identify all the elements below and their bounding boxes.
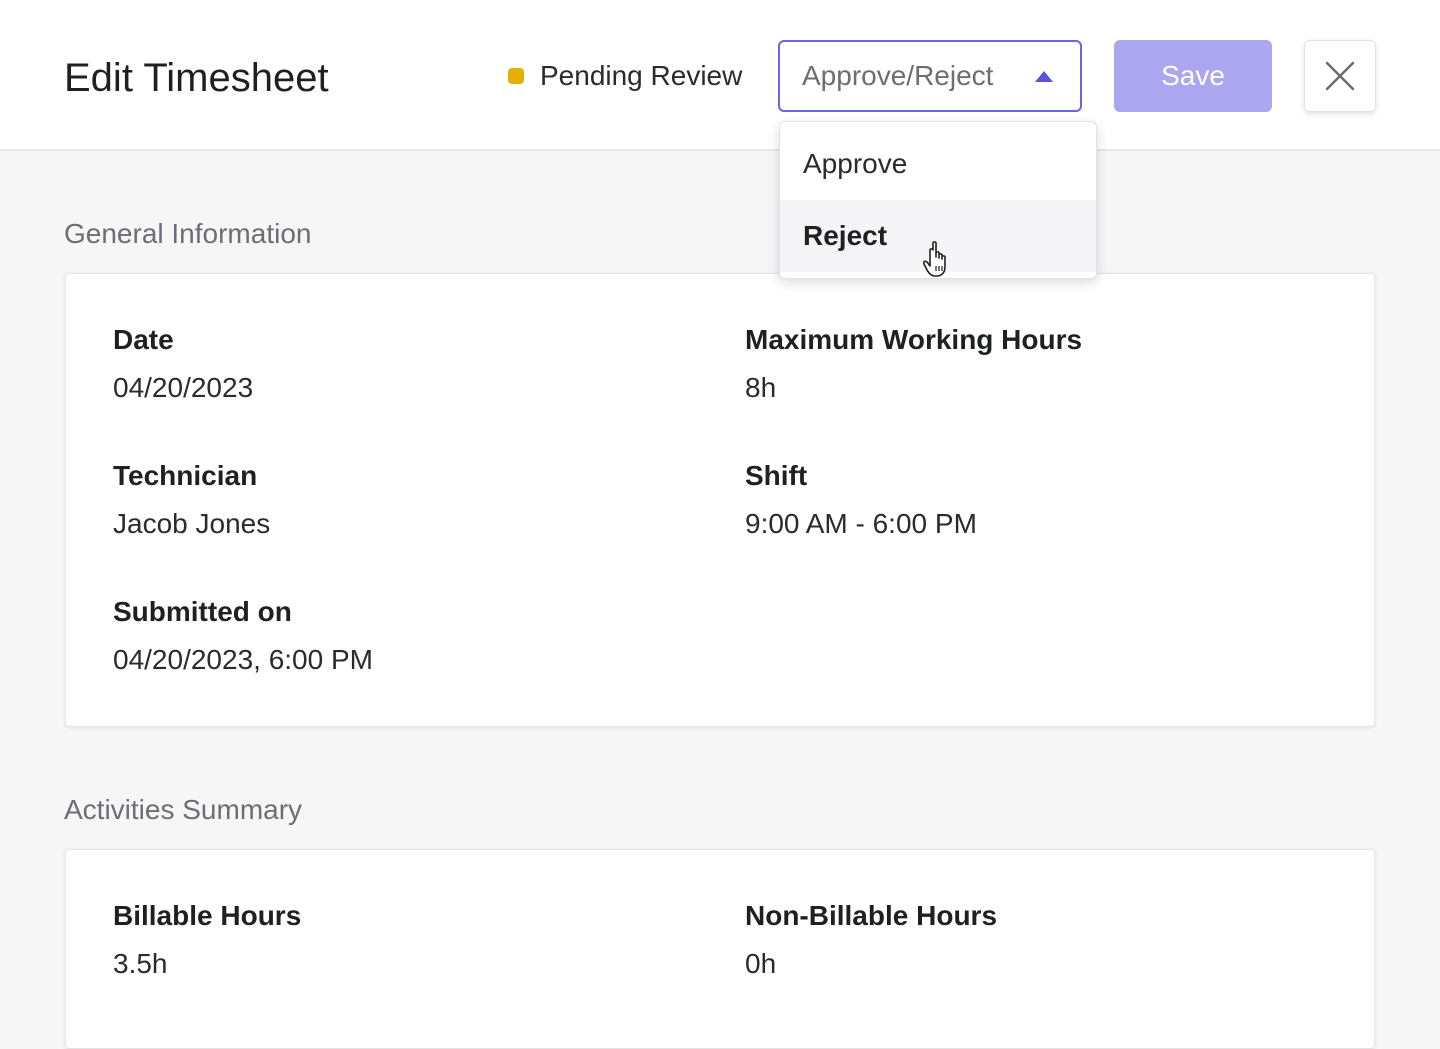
status-indicator: Pending Review [508,58,742,94]
field-label: Submitted on [113,596,292,627]
caret-up-icon [1035,71,1053,82]
general-information-card: Date 04/20/2023 Maximum Working Hours 8h… [65,273,1375,727]
header: Edit Timesheet Pending Review Approve/Re… [0,0,1440,151]
field-value: 0h [745,948,777,979]
field-date: Date 04/20/2023 [113,322,253,406]
field-billable-hours: Billable Hours 3.5h [113,898,301,982]
field-value: Jacob Jones [113,508,271,539]
page-title: Edit Timesheet [64,56,329,100]
hand-pointer-cursor-icon [922,241,946,277]
activities-summary-card: Billable Hours 3.5h Non-Billable Hours 0… [65,849,1375,1049]
dropdown-option-approve[interactable]: Approve [780,128,1096,200]
field-non-billable-hours: Non-Billable Hours 0h [745,898,997,982]
field-shift: Shift 9:00 AM - 6:00 PM [745,458,977,542]
status-label: Pending Review [540,60,743,91]
field-value: 8h [745,372,777,403]
section-title-activities: Activities Summary [64,794,303,825]
close-icon [1325,61,1355,91]
field-value: 04/20/2023 [113,372,254,403]
save-button[interactable]: Save [1114,40,1272,112]
status-dot-icon [508,68,524,84]
field-value: 9:00 AM - 6:00 PM [745,508,977,539]
section-title-general: General Information [64,218,312,249]
field-label: Billable Hours [113,900,302,931]
field-label: Non-Billable Hours [745,900,998,931]
select-placeholder: Approve/Reject [802,60,994,91]
field-label: Shift [745,460,808,491]
field-label: Technician [113,460,258,491]
field-technician: Technician Jacob Jones [113,458,270,542]
field-submitted-on: Submitted on 04/20/2023, 6:00 PM [113,594,373,678]
field-value: 3.5h [113,948,168,979]
approve-reject-select[interactable]: Approve/Reject [778,40,1082,112]
field-max-hours: Maximum Working Hours 8h [745,322,1082,406]
field-value: 04/20/2023, 6:00 PM [113,644,373,675]
field-label: Date [113,324,174,355]
field-label: Maximum Working Hours [745,324,1083,355]
close-button[interactable] [1304,40,1376,112]
